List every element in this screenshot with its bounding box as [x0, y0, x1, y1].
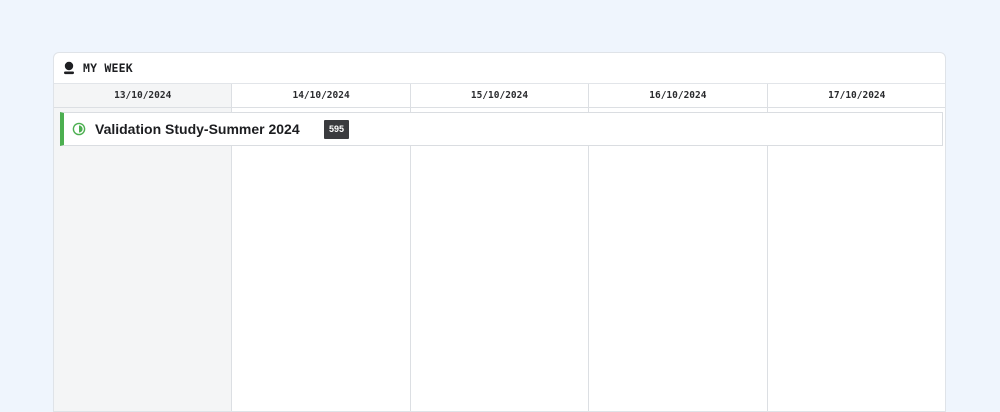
panel-header: MY WEEK — [54, 53, 945, 84]
day-header: 16/10/2024 — [589, 84, 767, 108]
my-week-panel: MY WEEK 13/10/2024 14/10/2024 15/10/2024… — [53, 52, 946, 412]
half-circle-icon — [72, 122, 86, 136]
event-count-badge: 595 — [324, 119, 350, 139]
day-header: 15/10/2024 — [410, 84, 589, 108]
day-header: 14/10/2024 — [232, 84, 410, 108]
day-header: 17/10/2024 — [767, 84, 945, 108]
event-card[interactable]: Validation Study-Summer 2024 595 — [60, 112, 943, 146]
panel-title: MY WEEK — [83, 61, 133, 75]
person-icon — [63, 61, 75, 75]
day-header: 13/10/2024 — [54, 84, 232, 108]
event-title: Validation Study-Summer 2024 — [95, 121, 300, 137]
